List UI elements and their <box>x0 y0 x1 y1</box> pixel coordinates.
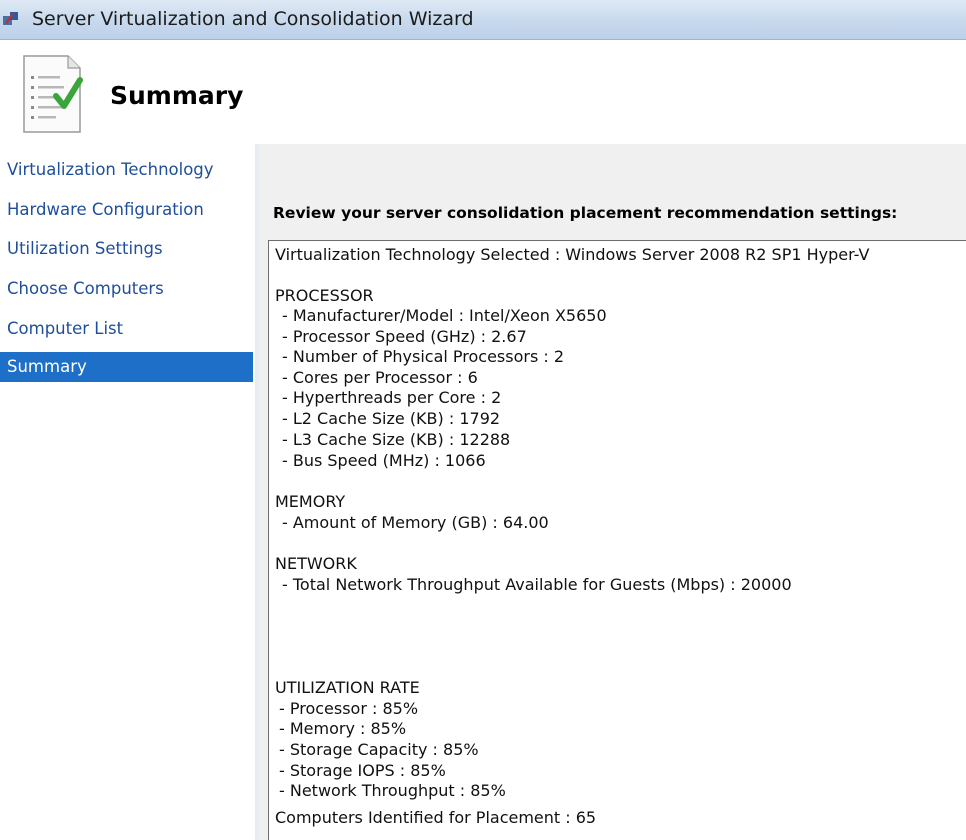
summary-network-heading: NETWORK <box>275 554 357 573</box>
window-title: Server Virtualization and Consolidation … <box>32 8 474 30</box>
window-titlebar[interactable]: Server Virtualization and Consolidation … <box>0 0 966 40</box>
summary-line: - Total Network Throughput Available for… <box>282 575 792 594</box>
summary-computers-identified: Computers Identified for Placement : 65 <box>275 808 597 827</box>
sidebar-item-summary[interactable]: Summary <box>0 352 253 382</box>
sidebar-item-virtualization-technology[interactable]: Virtualization Technology <box>0 155 253 185</box>
summary-line: - Manufacturer/Model : Intel/Xeon X5650 <box>282 306 607 325</box>
summary-line: - Amount of Memory (GB) : 64.00 <box>282 513 549 532</box>
summary-line: - L3 Cache Size (KB) : 12288 <box>282 430 511 449</box>
summary-line: - Processor : 85% <box>279 699 419 718</box>
summary-line: - Storage Capacity : 85% <box>279 740 479 759</box>
wizard-header: Summary <box>0 40 966 144</box>
summary-line: - Number of Physical Processors : 2 <box>282 347 565 366</box>
main-panel: Review your server consolidation placeme… <box>259 144 966 840</box>
summary-textbox[interactable]: Virtualization Technology Selected : Win… <box>268 240 966 840</box>
summary-memory-heading: MEMORY <box>275 492 346 511</box>
wizard-sidebar: Virtualization Technology Hardware Confi… <box>0 144 255 840</box>
summary-line: - Network Throughput : 85% <box>279 781 506 800</box>
summary-processor-heading: PROCESSOR <box>275 286 374 305</box>
sidebar-item-hardware-configuration[interactable]: Hardware Configuration <box>0 195 253 225</box>
review-instructions: Review your server consolidation placeme… <box>273 204 898 222</box>
summary-line: - Processor Speed (GHz) : 2.67 <box>282 327 527 346</box>
summary-line: - Memory : 85% <box>279 719 407 738</box>
summary-utilization-heading: UTILIZATION RATE <box>275 678 420 697</box>
summary-line: - Bus Speed (MHz) : 1066 <box>282 451 486 470</box>
summary-line: - Hyperthreads per Core : 2 <box>282 388 502 407</box>
document-check-icon <box>23 55 83 133</box>
summary-line: - Storage IOPS : 85% <box>279 761 446 780</box>
wizard-app-icon <box>3 12 18 25</box>
summary-line: - Cores per Processor : 6 <box>282 368 478 387</box>
summary-line: - L2 Cache Size (KB) : 1792 <box>282 409 501 428</box>
summary-virtualization: Virtualization Technology Selected : Win… <box>275 245 870 264</box>
sidebar-item-choose-computers[interactable]: Choose Computers <box>0 274 253 304</box>
sidebar-item-computer-list[interactable]: Computer List <box>0 314 253 344</box>
page-title: Summary <box>110 81 244 110</box>
sidebar-item-utilization-settings[interactable]: Utilization Settings <box>0 234 253 264</box>
